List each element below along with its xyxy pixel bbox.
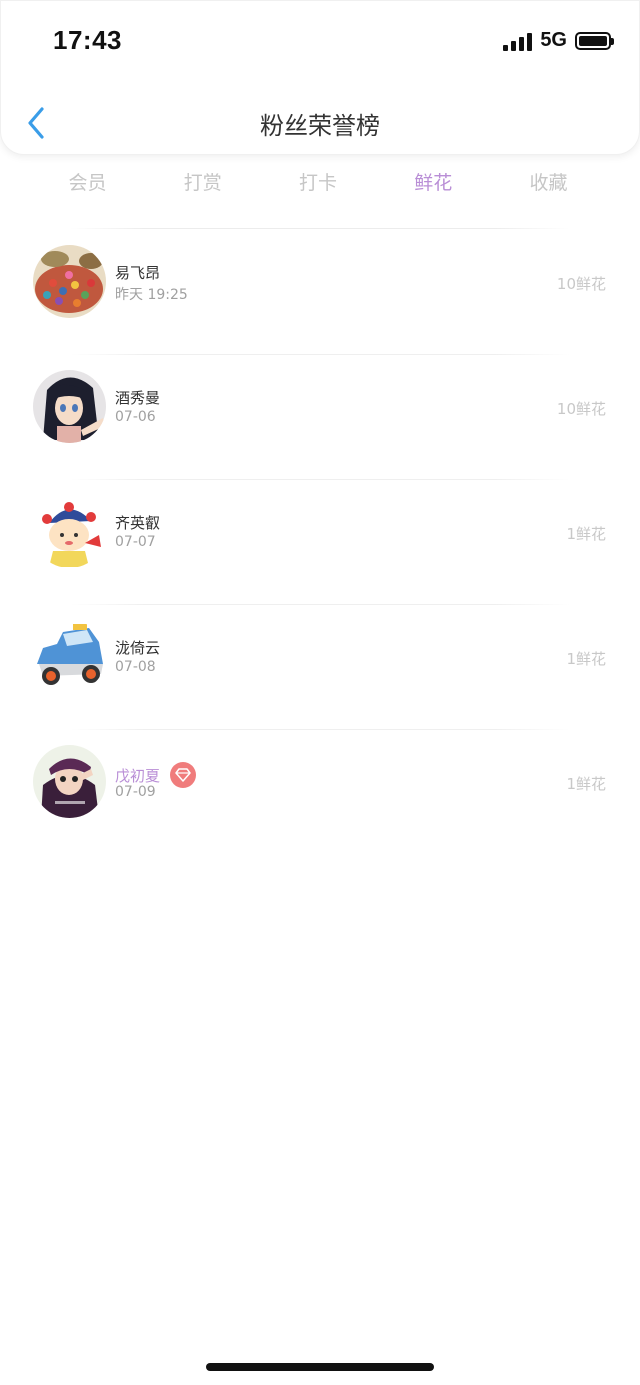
toy-car-avatar bbox=[33, 620, 106, 693]
list-item[interactable]: 戊初夏 07-09 1鲜花 bbox=[0, 730, 640, 855]
list-item[interactable]: 泷倚云 07-08 1鲜花 bbox=[0, 605, 640, 730]
list-item[interactable]: 易飞昂 昨天 19:25 10鲜花 bbox=[0, 230, 640, 355]
tab-checkin[interactable]: 打卡 bbox=[261, 168, 376, 195]
page-title: 粉丝荣誉榜 bbox=[260, 112, 380, 140]
status-time: 17:43 bbox=[53, 25, 122, 55]
flower-count: 1鲜花 bbox=[566, 775, 606, 793]
flower-count: 10鲜花 bbox=[556, 400, 606, 418]
fan-name: 易飞昂 bbox=[115, 264, 161, 282]
fan-date: 07-09 bbox=[115, 784, 156, 800]
signal-icon bbox=[503, 31, 533, 51]
fan-name: 酒秀曼 bbox=[115, 389, 161, 407]
tabs-divider bbox=[70, 228, 570, 229]
fan-name: 齐英叡 bbox=[115, 514, 161, 532]
status-icons: 5G bbox=[503, 29, 614, 52]
fan-date: 07-07 bbox=[115, 534, 156, 550]
tab-bar: 会员 打赏 打卡 鲜花 收藏 bbox=[30, 168, 606, 195]
tab-favorites[interactable]: 收藏 bbox=[491, 168, 606, 195]
anime-girl-avatar bbox=[33, 370, 106, 443]
tab-rewards[interactable]: 打赏 bbox=[145, 168, 260, 195]
candy-photo-avatar bbox=[33, 245, 106, 318]
list-item[interactable]: 齐英叡 07-07 1鲜花 bbox=[0, 480, 640, 605]
battery-icon bbox=[575, 31, 614, 50]
girl-photo-avatar bbox=[33, 745, 106, 818]
home-indicator[interactable] bbox=[206, 1363, 434, 1371]
fan-date: 07-06 bbox=[115, 409, 156, 425]
tab-members[interactable]: 会员 bbox=[30, 168, 145, 195]
flower-count: 1鲜花 bbox=[566, 650, 606, 668]
network-label: 5G bbox=[540, 29, 567, 51]
tab-flowers[interactable]: 鲜花 bbox=[376, 168, 491, 195]
diamond-icon bbox=[170, 762, 197, 788]
fan-name: 泷倚云 bbox=[115, 639, 161, 657]
fan-date: 07-08 bbox=[115, 659, 156, 675]
fan-honor-screen: 17:43 5G 粉丝荣誉榜 会员 打赏 打卡 鲜花 收藏 易飞昂 昨天 19:… bbox=[0, 0, 640, 1385]
cartoon-child-avatar bbox=[33, 495, 106, 568]
header-card: 17:43 5G 粉丝荣誉榜 bbox=[0, 0, 640, 155]
flower-count: 10鲜花 bbox=[556, 275, 606, 293]
fan-list: 易飞昂 昨天 19:25 10鲜花 酒秀曼 07-06 10鲜花 齐英叡 07-… bbox=[0, 230, 640, 855]
flower-count: 1鲜花 bbox=[566, 525, 606, 543]
list-item[interactable]: 酒秀曼 07-06 10鲜花 bbox=[0, 355, 640, 480]
fan-date: 昨天 19:25 bbox=[115, 287, 188, 303]
